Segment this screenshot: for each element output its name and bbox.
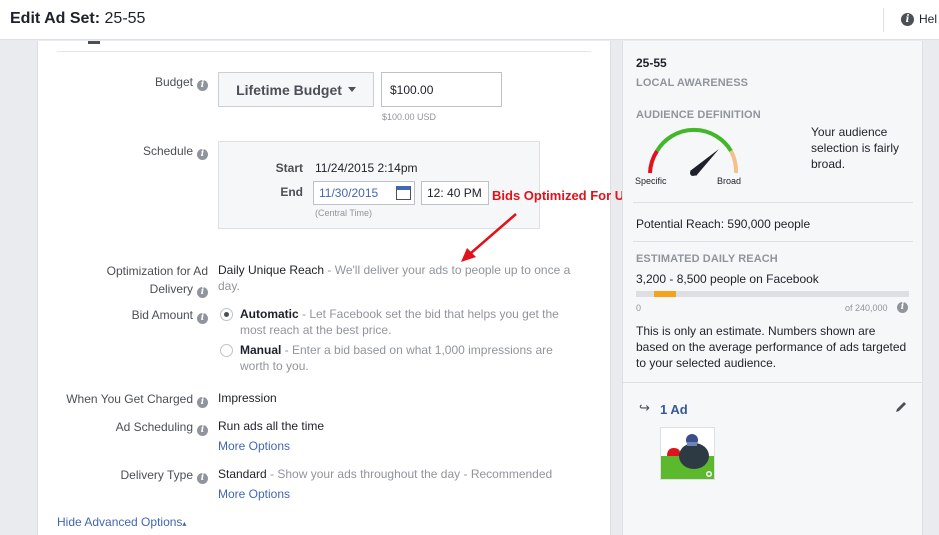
daily-reach-value: 3,200 - 8,500 people on Facebook	[636, 272, 819, 286]
info-icon[interactable]: i	[197, 80, 208, 91]
delivery-type-more-options-link[interactable]: More Options	[218, 486, 290, 502]
help-icon: i	[901, 12, 914, 26]
bid-manual-radio[interactable]	[220, 344, 233, 357]
sidebar-adset-name: 25-55	[636, 56, 667, 70]
charged-label: When You Get Charged i	[48, 390, 208, 408]
page-title-adset-name: 25-55	[104, 10, 146, 27]
info-icon[interactable]: i	[197, 149, 208, 160]
ad-scheduling-more-options-link[interactable]: More Options	[218, 438, 290, 454]
audience-description: Your audience selection is fairly broad.	[811, 125, 900, 171]
edit-form-panel: Budgeti Lifetime Budget $100.00 USD Sche…	[37, 41, 611, 535]
schedule-label: Schedule i	[78, 142, 208, 160]
sidebar-divider	[633, 241, 913, 242]
charged-value: Impression	[218, 391, 277, 405]
sidebar-objective: LOCAL AWARENESS	[636, 77, 749, 89]
potential-reach: Potential Reach: 590,000 people	[636, 217, 811, 231]
daily-reach-bar	[636, 291, 909, 297]
chevron-down-icon	[347, 87, 356, 92]
gauge-pivot	[690, 170, 696, 176]
daily-reach-bar-fill	[654, 291, 676, 297]
ad-scheduling-label: Ad Scheduling i	[78, 418, 208, 436]
budget-type-dropdown[interactable]: Lifetime Budget	[218, 72, 374, 107]
hide-advanced-options-link[interactable]: Hide Advanced Options▴	[57, 514, 186, 532]
estimate-note: This is only an estimate. Numbers shown …	[636, 324, 907, 370]
audience-gauge	[648, 127, 739, 176]
end-date-input[interactable]: 11/30/2015	[313, 181, 415, 205]
topbar-divider	[883, 8, 884, 32]
budget-amount-input[interactable]	[381, 72, 502, 107]
daily-reach-title: ESTIMATED DAILY REACH	[636, 253, 778, 265]
sidebar-divider	[623, 382, 922, 383]
page-title: Edit Ad Set: 25-55	[10, 10, 145, 28]
help-button[interactable]: i Hel	[901, 12, 937, 26]
budget-label: Budget i	[78, 73, 208, 91]
annotation-arrow	[461, 213, 517, 262]
info-icon[interactable]: i	[197, 473, 208, 484]
section-divider	[57, 51, 591, 52]
bid-automatic-option[interactable]: Automatic - Let Facebook set the bid tha…	[240, 306, 600, 338]
ad-thumbnail[interactable]	[660, 427, 715, 480]
delivery-type-label: Delivery Type i	[78, 466, 208, 484]
bid-automatic-radio[interactable]	[220, 308, 233, 321]
calendar-icon[interactable]	[396, 186, 411, 200]
info-icon[interactable]: i	[197, 425, 208, 436]
info-icon[interactable]: i	[197, 397, 208, 408]
ad-scheduling-value: Run ads all the time	[218, 419, 325, 433]
ads-count-link[interactable]: 1 Ad	[660, 402, 688, 417]
gauge-orange-arc	[729, 150, 739, 174]
delivery-type-value: Standard - Show your ads throughout the …	[218, 467, 553, 481]
annotation-arrow-line	[470, 213, 517, 254]
info-icon[interactable]: i	[897, 302, 908, 313]
bid-manual-option[interactable]: Manual - Enter a bid based on what 1,000…	[240, 342, 600, 374]
daily-reach-min: 0	[636, 303, 642, 313]
help-label: Hel	[919, 12, 938, 26]
daily-reach-max: of 240,000	[845, 303, 888, 313]
top-bar: Edit Ad Set: 25-55 i Hel	[0, 0, 939, 40]
gauge-broad-label: Broad	[717, 176, 742, 186]
caret-up-icon: ▴	[182, 519, 187, 528]
ad-link-arrow-icon: ↪	[639, 400, 650, 415]
end-time-input[interactable]: 12: 40 PM	[421, 181, 489, 205]
timezone-note: (Central Time)	[315, 208, 373, 218]
optimization-value: Daily Unique Reach - We'll deliver your …	[218, 263, 571, 293]
sidebar-divider	[633, 202, 913, 203]
audience-definition-title: AUDIENCE DEFINITION	[636, 109, 761, 121]
ad-thumbnail-image	[661, 428, 714, 479]
info-icon[interactable]: i	[197, 287, 208, 298]
gauge-specific-label: Specific	[635, 176, 667, 186]
page-title-prefix: Edit Ad Set:	[10, 10, 101, 27]
bid-amount-label: Bid Amount i	[78, 306, 208, 324]
optimization-label: Optimization for Ad Delivery i	[106, 264, 208, 298]
end-label: End	[280, 185, 303, 199]
start-value: 11/24/2015 2:14pm	[315, 161, 418, 175]
audience-sidebar: 25-55 LOCAL AWARENESS AUDIENCE DEFINITIO…	[622, 41, 923, 535]
gauge-red-arc	[648, 149, 659, 174]
pencil-icon[interactable]	[895, 400, 908, 413]
info-icon[interactable]: i	[197, 313, 208, 324]
section-heading-remnant	[88, 41, 100, 44]
budget-currency-note: $100.00 USD	[382, 112, 437, 122]
gauge-green-arc	[655, 127, 733, 153]
budget-type-label: Lifetime Budget	[236, 81, 342, 98]
start-label: Start	[275, 161, 303, 175]
